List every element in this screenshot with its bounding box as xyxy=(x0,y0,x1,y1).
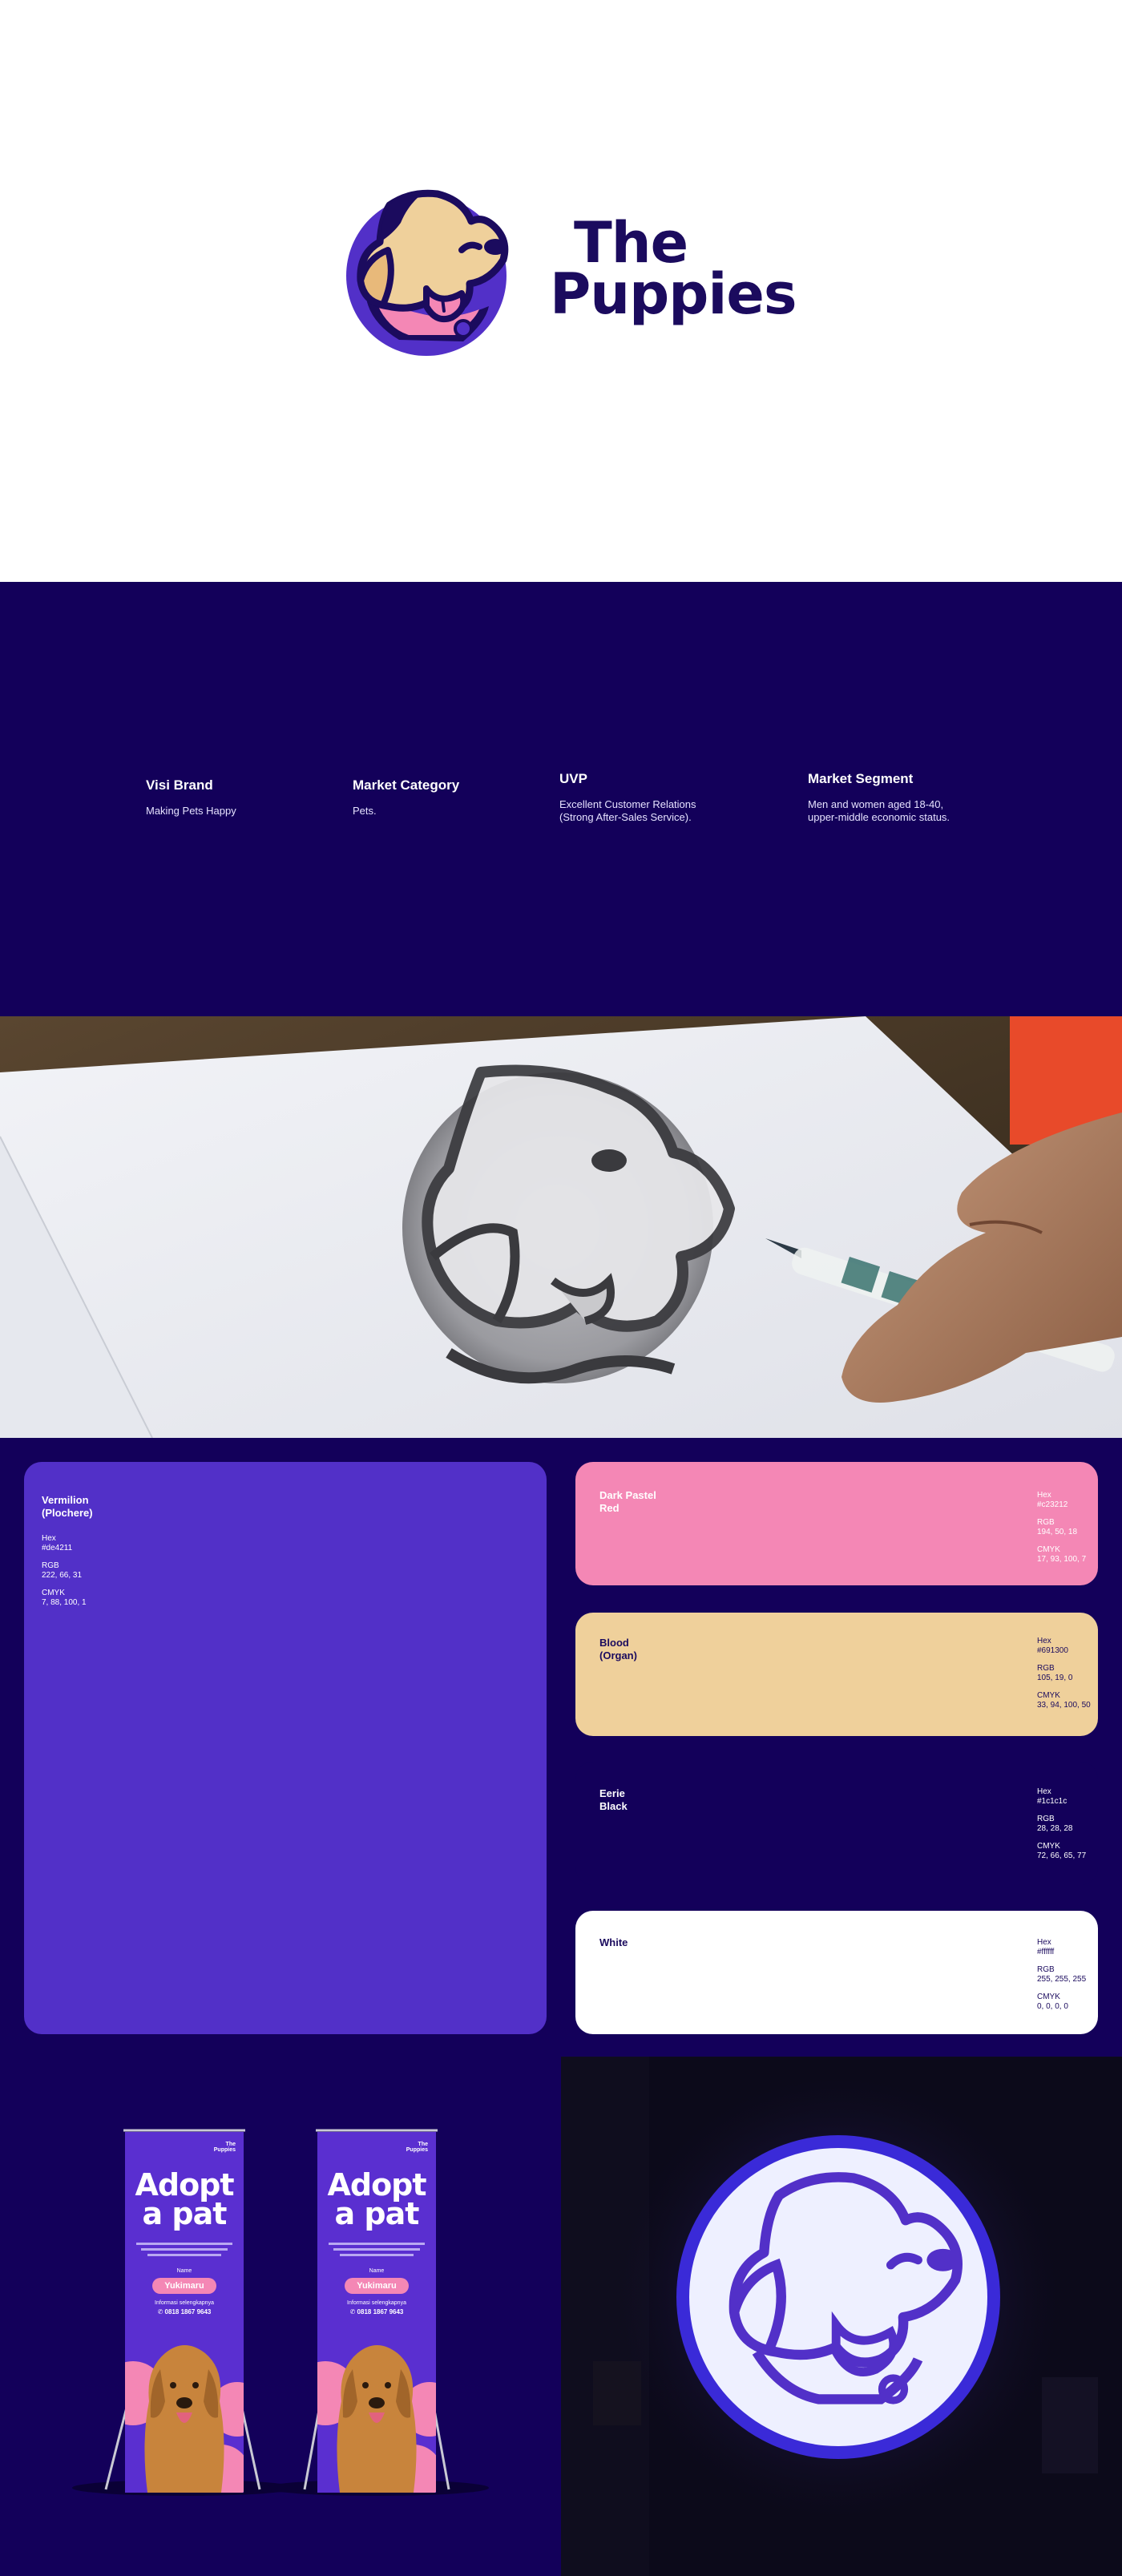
info-title: Market Category xyxy=(353,777,460,793)
cmyk-label: CMYK xyxy=(1037,1842,1060,1851)
banner-name-label: Name xyxy=(369,2268,385,2274)
banner-info-label: Informasi selengkapnya xyxy=(155,2300,214,2306)
info-text: Making Pets Happy xyxy=(146,805,236,817)
wordmark-line1: The xyxy=(574,210,688,276)
swatch-dark-pastel-red: Dark Pastel Red Hex #c23212 RGB 194, 50,… xyxy=(575,1462,1098,1585)
info-title: Market Segment xyxy=(808,771,914,786)
swatch-name: Blood (Organ) xyxy=(599,1637,637,1661)
cmyk-label: CMYK xyxy=(1037,1545,1060,1554)
banner-right: The Puppies Adopt a pat Name Yukimaru In… xyxy=(317,2132,436,2493)
info-visi-brand: Visi Brand Making Pets Happy xyxy=(146,777,236,818)
swatch-eerie-black: Eerie Black Hex #1c1c1c RGB 28, 28, 28 C… xyxy=(575,1762,1098,1885)
hex-value: #c23212 xyxy=(1037,1500,1068,1509)
banner-stands xyxy=(72,2129,489,2496)
hex-label: Hex xyxy=(1037,1938,1051,1947)
hex-value: #ffffff xyxy=(1037,1948,1055,1956)
info-text: Pets. xyxy=(353,805,377,817)
swatch-name: Dark Pastel Red xyxy=(599,1489,656,1514)
swatch-name: White xyxy=(599,1936,628,1948)
banner-phone-number: 0818 1867 9643 xyxy=(357,2308,404,2316)
roll-up-banners: The Puppies Adopt a pat Name Yukimaru In… xyxy=(0,2057,561,2576)
brand-info-section: Visi Brand Making Pets Happy Market Cate… xyxy=(0,582,1122,1016)
rgb-value: 28, 28, 28 xyxy=(1037,1824,1073,1833)
hero-section: The Puppies xyxy=(0,0,1122,582)
hex-label: Hex xyxy=(1037,1787,1051,1796)
swatch-name: Vermilion (Plochere) xyxy=(42,1494,93,1519)
color-palette-section: Vermilion (Plochere) Hex #de4211 RGB 222… xyxy=(0,1438,1122,2057)
info-market-segment: Market Segment Men and women aged 18-40,… xyxy=(808,771,950,824)
rgb-value: 222, 66, 31 xyxy=(42,1571,83,1580)
cmyk-label: CMYK xyxy=(1037,1993,1060,2001)
banner-pet-name: Yukimaru xyxy=(152,2278,216,2294)
light-sign-mockup xyxy=(561,2057,1122,2576)
rgb-label: RGB xyxy=(1037,1815,1055,1823)
info-uvp: UVP Excellent Customer Relations (Strong… xyxy=(559,771,696,824)
swatch-codes: Hex #691300 RGB 105, 19, 0 CMYK 33, 94, … xyxy=(1037,1637,1091,1718)
whatsapp-icon: ✆ xyxy=(157,2308,165,2316)
rgb-value: 255, 255, 255 xyxy=(1037,1975,1087,1984)
hex-value: #1c1c1c xyxy=(1037,1797,1068,1806)
banner-headline: Adopt a pat xyxy=(135,2167,234,2231)
banner-phone: ✆ 0818 1867 9643 xyxy=(125,2308,244,2316)
banner-pet-name: Yukimaru xyxy=(345,2278,409,2294)
cmyk-value: 33, 94, 100, 50 xyxy=(1037,1701,1091,1710)
swatch-vermilion: Vermilion (Plochere) Hex #de4211 RGB 222… xyxy=(24,1462,547,2034)
rgb-label: RGB xyxy=(1037,1664,1055,1673)
info-text: Men and women aged 18-40, upper-middle e… xyxy=(808,798,950,823)
cmyk-value: 7, 88, 100, 1 xyxy=(42,1598,87,1607)
rgb-value: 105, 19, 0 xyxy=(1037,1674,1073,1682)
dog-photo xyxy=(317,2345,436,2493)
hex-value: #de4211 xyxy=(42,1544,73,1552)
info-title: UVP xyxy=(559,771,587,786)
brand-wordmark: The Puppies xyxy=(550,210,797,327)
puppy-logo-icon xyxy=(346,189,509,356)
rgb-label: RGB xyxy=(1037,1965,1055,1974)
cmyk-value: 17, 93, 100, 7 xyxy=(1037,1555,1087,1564)
banner-body-lines xyxy=(329,2243,425,2256)
cmyk-value: 0, 0, 0, 0 xyxy=(1037,2002,1068,2011)
hex-label: Hex xyxy=(42,1534,56,1543)
swatch-codes: Hex #ffffff RGB 255, 255, 255 CMYK 0, 0,… xyxy=(1037,1938,1086,2020)
swatch-codes: Hex #de4211 RGB 222, 66, 31 CMYK 7, 88, … xyxy=(42,1534,87,1616)
whatsapp-icon: ✆ xyxy=(349,2308,357,2316)
banner-left: The Puppies Adopt a pat Name Yukimaru In… xyxy=(125,2132,244,2493)
banner-body-lines xyxy=(136,2243,232,2256)
hex-label: Hex xyxy=(1037,1637,1051,1645)
rgb-label: RGB xyxy=(42,1561,59,1570)
banner-headline: Adopt a pat xyxy=(327,2167,426,2231)
cmyk-value: 72, 66, 65, 77 xyxy=(1037,1851,1087,1860)
hex-label: Hex xyxy=(1037,1491,1051,1500)
cmyk-label: CMYK xyxy=(1037,1691,1060,1700)
swatch-white: White Hex #ffffff RGB 255, 255, 255 CMYK… xyxy=(575,1911,1098,2034)
hex-value: #691300 xyxy=(1037,1646,1068,1655)
mockups-section: The Puppies Adopt a pat Name Yukimaru In… xyxy=(0,2057,1122,2576)
banner-brand: The Puppies xyxy=(213,2142,236,2153)
sketch-photo xyxy=(0,1016,1122,1438)
banner-phone-number: 0818 1867 9643 xyxy=(164,2308,212,2316)
swatch-codes: Hex #1c1c1c RGB 28, 28, 28 CMYK 72, 66, … xyxy=(1037,1787,1086,1869)
swatch-name: Eerie Black xyxy=(599,1787,628,1812)
sketch-illustration xyxy=(0,1016,1122,1438)
wordmark-line2: Puppies xyxy=(550,261,797,327)
swatch-codes: Hex #c23212 RGB 194, 50, 18 CMYK 17, 93,… xyxy=(1037,1491,1086,1573)
banner-brand: The Puppies xyxy=(406,2142,428,2153)
rgb-label: RGB xyxy=(1037,1518,1055,1527)
swatch-blood-organ: Blood (Organ) Hex #691300 RGB 105, 19, 0… xyxy=(575,1613,1098,1736)
banner-info-label: Informasi selengkapnya xyxy=(347,2300,406,2306)
rgb-value: 194, 50, 18 xyxy=(1037,1528,1078,1536)
dog-photo xyxy=(125,2345,244,2493)
cmyk-label: CMYK xyxy=(42,1589,65,1597)
light-sign-illustration xyxy=(561,2057,1122,2576)
info-title: Visi Brand xyxy=(146,777,213,793)
info-text: Excellent Customer Relations (Strong Aft… xyxy=(559,798,696,823)
info-market-category: Market Category Pets. xyxy=(353,777,459,818)
banner-phone: ✆ 0818 1867 9643 xyxy=(317,2308,436,2316)
banner-name-label: Name xyxy=(176,2268,192,2274)
